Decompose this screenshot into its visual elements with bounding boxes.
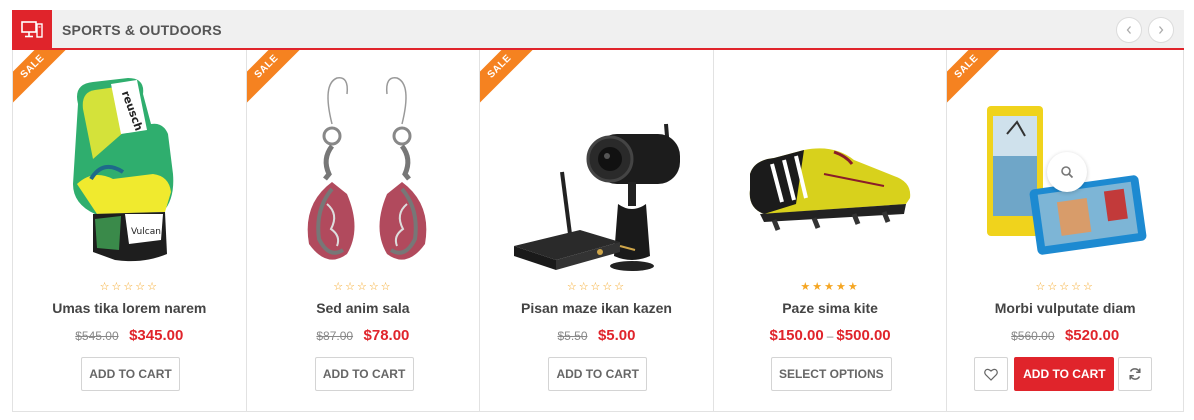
product-price: $560.00 $520.00 (947, 327, 1183, 345)
sale-ribbon: SALE (246, 50, 307, 110)
product-image-football-boot[interactable] (734, 64, 928, 274)
rating-stars: ★★★★★ (800, 281, 860, 293)
old-price: $5.50 (557, 329, 588, 343)
rating-stars: ☆☆☆☆☆ (99, 281, 159, 293)
product-price: $5.50 $5.00 (480, 327, 713, 345)
product-card: SALE ☆☆☆☆☆ Pisan maze ikan kazen $5.50 $… (480, 50, 714, 411)
price-from: $150.00 (769, 327, 824, 344)
sale-ribbon: SALE (13, 50, 73, 110)
heart-icon (984, 368, 999, 381)
widget-header: SPORTS & OUTDOORS (12, 10, 1184, 50)
add-to-cart-button[interactable]: ADD TO CART (548, 357, 648, 391)
sale-ribbon: SALE (480, 50, 541, 110)
sale-price: $520.00 (1064, 327, 1120, 344)
carousel-prev-button[interactable] (1116, 17, 1142, 43)
magnifier-icon (1061, 166, 1074, 179)
sale-badge: SALE (13, 50, 73, 110)
product-name[interactable]: Pisan maze ikan kazen (480, 300, 713, 316)
select-options-button[interactable]: SELECT OPTIONS (770, 357, 892, 391)
old-price: $560.00 (1011, 329, 1055, 343)
product-name[interactable]: Paze sima kite (714, 300, 947, 316)
price-to: $500.00 (836, 327, 891, 344)
compare-button[interactable] (1118, 357, 1153, 391)
old-price: $87.00 (316, 329, 354, 343)
sale-ribbon: SALE (947, 50, 1008, 110)
old-price: $545.00 (75, 329, 119, 343)
rating-stars: ☆☆☆☆☆ (1035, 281, 1095, 293)
add-to-cart-button[interactable]: ADD TO CART (1014, 357, 1115, 391)
sale-price: $345.00 (129, 327, 184, 344)
price-separator: – (826, 329, 834, 343)
sale-price: $78.00 (363, 327, 410, 344)
carousel-next-button[interactable] (1148, 17, 1174, 43)
sale-badge: SALE (246, 50, 307, 110)
add-to-cart-button[interactable]: ADD TO CART (81, 357, 180, 391)
refresh-icon (1129, 368, 1141, 380)
product-price: $545.00 $345.00 (13, 327, 246, 345)
sale-badge: SALE (480, 50, 541, 110)
rating-stars: ☆☆☆☆☆ (566, 281, 627, 293)
sale-badge: SALE (947, 50, 1008, 110)
widget-title: SPORTS & OUTDOORS (62, 22, 222, 38)
product-grid: SALE reusch Vulcan ☆☆☆☆☆ Umas tika lorem (12, 50, 1184, 412)
chevron-right-icon (1159, 26, 1164, 34)
product-price: $87.00 $78.00 (247, 327, 480, 345)
product-card: SALE reusch Vulcan ☆☆☆☆☆ Umas tika lorem (13, 50, 247, 411)
svg-text:Vulcan: Vulcan (131, 227, 161, 237)
sale-price: $5.00 (597, 327, 636, 344)
product-card: SALE ☆☆☆☆☆ Morbi vulputate diam $560.00 … (947, 50, 1183, 411)
product-card: ★★★★★ Paze sima kite $150.00– $500.00 SEL… (714, 50, 948, 411)
product-carousel-widget: SPORTS & OUTDOORS SALE reusch Vulcan ☆☆☆… (12, 10, 1184, 412)
chevron-left-icon (1126, 26, 1131, 34)
product-card: SALE ☆☆☆☆☆ Sed anim sala $87.00 $78.00 A… (246, 50, 481, 411)
product-name[interactable]: Umas tika lorem narem (13, 300, 246, 316)
product-name[interactable]: Morbi vulputate diam (947, 300, 1183, 316)
add-to-cart-button[interactable]: ADD TO CART (314, 357, 414, 391)
product-price: $150.00– $500.00 (714, 327, 947, 345)
wishlist-button[interactable] (974, 357, 1009, 391)
rating-stars: ☆☆☆☆☆ (333, 281, 393, 293)
product-name[interactable]: Sed anim sala (247, 300, 480, 316)
computer-monitor-icon (12, 10, 52, 50)
